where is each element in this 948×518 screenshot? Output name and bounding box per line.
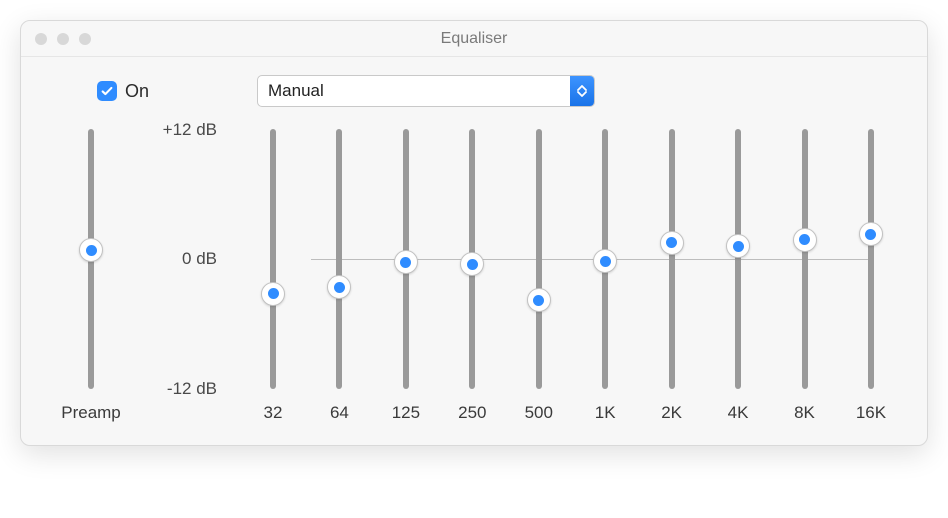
band-label-1K: 1K xyxy=(595,403,616,423)
band-label-16K: 16K xyxy=(856,403,886,423)
band-col-16K: 16K xyxy=(843,129,899,423)
band-thumb-1K[interactable] xyxy=(593,249,617,273)
chevron-up-icon xyxy=(577,84,587,91)
band-label-32: 32 xyxy=(264,403,283,423)
band-slider-500[interactable] xyxy=(529,129,549,389)
band-slider-16K[interactable] xyxy=(861,129,881,389)
preset-value: Manual xyxy=(258,81,570,101)
on-checkbox[interactable] xyxy=(97,81,117,101)
band-thumb-8K[interactable] xyxy=(793,228,817,252)
band-slider-1K[interactable] xyxy=(595,129,615,389)
band-thumb-500[interactable] xyxy=(527,288,551,312)
band-col-1K: 1K xyxy=(577,129,633,423)
band-label-4K: 4K xyxy=(728,403,749,423)
titlebar: Equaliser xyxy=(21,21,927,57)
check-icon xyxy=(100,84,114,98)
band-col-32: 32 xyxy=(245,129,301,423)
preamp-thumb[interactable] xyxy=(79,238,103,262)
band-slider-4K[interactable] xyxy=(728,129,748,389)
band-label-2K: 2K xyxy=(661,403,682,423)
band-slider-8K[interactable] xyxy=(795,129,815,389)
band-slider-125[interactable] xyxy=(396,129,416,389)
band-col-250: 250 xyxy=(444,129,500,423)
db-max-label: +12 dB xyxy=(163,120,217,140)
band-col-64: 64 xyxy=(311,129,367,423)
band-label-8K: 8K xyxy=(794,403,815,423)
db-min-label: -12 dB xyxy=(167,379,217,399)
band-col-8K: 8K xyxy=(777,129,833,423)
band-col-2K: 2K xyxy=(644,129,700,423)
on-label: On xyxy=(125,81,149,102)
preamp-label: Preamp xyxy=(61,403,121,423)
band-col-500: 500 xyxy=(511,129,567,423)
band-col-125: 125 xyxy=(378,129,434,423)
minimize-icon[interactable] xyxy=(57,33,69,45)
band-slider-250[interactable] xyxy=(462,129,482,389)
band-slider-2K[interactable] xyxy=(662,129,682,389)
band-thumb-4K[interactable] xyxy=(726,234,750,258)
band-thumb-16K[interactable] xyxy=(859,222,883,246)
window-title: Equaliser xyxy=(441,30,508,48)
db-zero-label: 0 dB xyxy=(182,249,217,269)
chevron-down-icon xyxy=(577,91,587,98)
band-thumb-250[interactable] xyxy=(460,252,484,276)
select-stepper-icon xyxy=(570,76,594,106)
band-label-64: 64 xyxy=(330,403,349,423)
traffic-lights xyxy=(35,33,91,45)
zoom-icon[interactable] xyxy=(79,33,91,45)
band-thumb-2K[interactable] xyxy=(660,231,684,255)
band-slider-32[interactable] xyxy=(263,129,283,389)
preamp-slider[interactable] xyxy=(81,129,101,389)
close-icon[interactable] xyxy=(35,33,47,45)
preset-select[interactable]: Manual xyxy=(257,75,595,107)
band-thumb-32[interactable] xyxy=(261,282,285,306)
band-thumb-125[interactable] xyxy=(394,250,418,274)
equaliser-window: Equaliser On Manual xyxy=(20,20,928,446)
band-label-125: 125 xyxy=(392,403,420,423)
band-col-4K: 4K xyxy=(710,129,766,423)
band-label-250: 250 xyxy=(458,403,486,423)
db-scale-labels: +12 dB 0 dB -12 dB xyxy=(133,129,227,389)
band-label-500: 500 xyxy=(525,403,553,423)
band-thumb-64[interactable] xyxy=(327,275,351,299)
band-slider-64[interactable] xyxy=(329,129,349,389)
